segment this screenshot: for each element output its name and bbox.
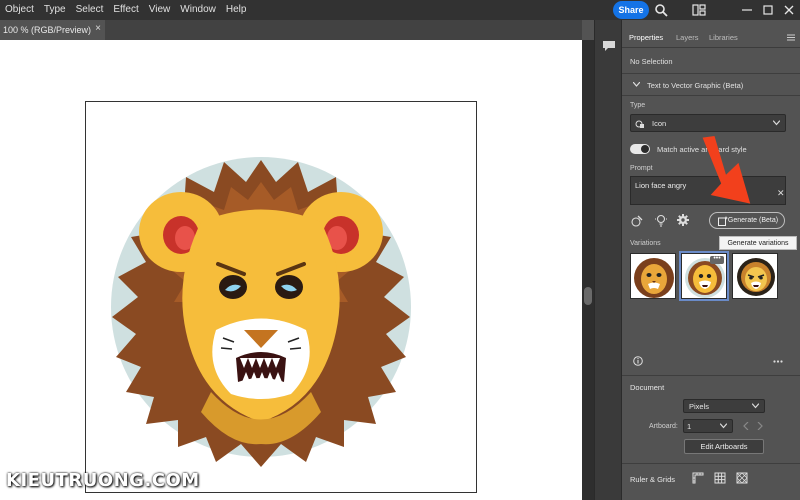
units-dropdown[interactable]: Pixels [683,399,765,413]
icon-type-icon [635,120,644,128]
collapse-chevron-icon[interactable] [633,82,640,87]
variation-thumbnail-1[interactable] [630,253,676,299]
artboard-label: Artboard: [649,423,678,430]
variation-thumbnail-2[interactable]: ••• [679,251,729,301]
document-tab-bar: 100 % (RGB/Preview) × [0,20,582,40]
lightbulb-icon[interactable] [655,214,667,227]
search-icon[interactable] [654,3,668,17]
more-icon[interactable] [773,360,783,363]
divider [622,95,800,96]
menu-object[interactable]: Object [0,0,39,20]
chevron-down-icon [752,403,759,409]
gear-icon[interactable] [677,214,689,226]
arrange-documents-icon[interactable] [692,3,706,17]
chevron-down-icon [720,423,727,429]
info-icon[interactable] [633,356,643,366]
variation-more-icon[interactable]: ••• [710,255,724,264]
document-tab-label: 100 % (RGB/Preview) [3,25,92,35]
type-label: Type [630,102,646,109]
divider [622,463,800,464]
section-title-text-to-vector: Text to Vector Graphic (Beta) [647,81,744,90]
generate-button-label: Generate (Beta) [727,217,779,224]
properties-panel: Properties Layers Libraries No Selection… [621,20,800,500]
menu-type[interactable]: Type [39,0,71,20]
divider [622,375,800,376]
canvas[interactable]: KIEUTRUONG.COM [0,40,582,500]
panel-dock-strip [594,20,621,500]
ruler-icon[interactable] [692,472,704,484]
menu-bar: Object Type Select Effect View Window He… [0,0,800,20]
canvas-scrollbar[interactable] [582,40,594,500]
tab-libraries[interactable]: Libraries [709,33,738,42]
artboard-value: 1 [687,421,692,431]
artboard-dropdown[interactable]: 1 [683,419,733,433]
divider [622,73,800,74]
tab-layers[interactable]: Layers [676,33,699,42]
type-value: Icon [652,118,667,128]
share-button[interactable]: Share [613,1,649,19]
minimize-icon[interactable] [740,3,754,17]
canvas-scrollbar-thumb[interactable] [584,287,592,305]
edit-artboards-button[interactable]: Edit Artboards [684,439,764,454]
menu-effect[interactable]: Effect [108,0,143,20]
watermark: KIEUTRUONG.COM [6,470,200,491]
tab-properties[interactable]: Properties [629,33,663,42]
grid-icon[interactable] [714,472,726,484]
selection-status: No Selection [630,57,673,66]
generate-icon [718,216,728,226]
generate-variations-tooltip: Generate variations [719,236,797,250]
panel-tabs: Properties Layers Libraries [622,28,800,48]
prompt-label: Prompt [630,165,653,172]
match-style-toggle[interactable] [630,144,650,154]
comments-icon[interactable] [602,40,616,52]
style-picker-icon[interactable] [631,215,643,227]
prompt-clear-icon[interactable]: ✕ [777,188,785,199]
menu-window[interactable]: Window [175,0,221,20]
units-value: Pixels [689,401,710,411]
next-artboard-icon[interactable] [757,422,763,430]
menu-select[interactable]: Select [71,0,109,20]
document-section-title: Document [630,383,665,392]
restore-icon[interactable] [761,3,775,17]
previous-artboard-icon[interactable] [743,422,749,430]
variation-thumbnail-3[interactable] [732,253,778,299]
menu-help[interactable]: Help [221,0,252,20]
document-tab[interactable]: 100 % (RGB/Preview) × [0,20,105,40]
lion-illustration[interactable] [86,102,478,494]
variations-label: Variations [630,240,661,247]
artboard[interactable] [85,101,477,493]
annotation-arrow-icon [702,135,751,204]
type-dropdown[interactable]: Icon [630,114,786,132]
chevron-down-icon [773,120,780,126]
menu-view[interactable]: View [144,0,176,20]
ruler-grids-title: Ruler & Grids [630,475,676,484]
close-icon[interactable] [782,3,796,17]
document-tab-close-icon[interactable]: × [95,23,101,34]
panel-menu-icon[interactable] [787,34,795,41]
pixel-grid-icon[interactable] [736,472,748,484]
